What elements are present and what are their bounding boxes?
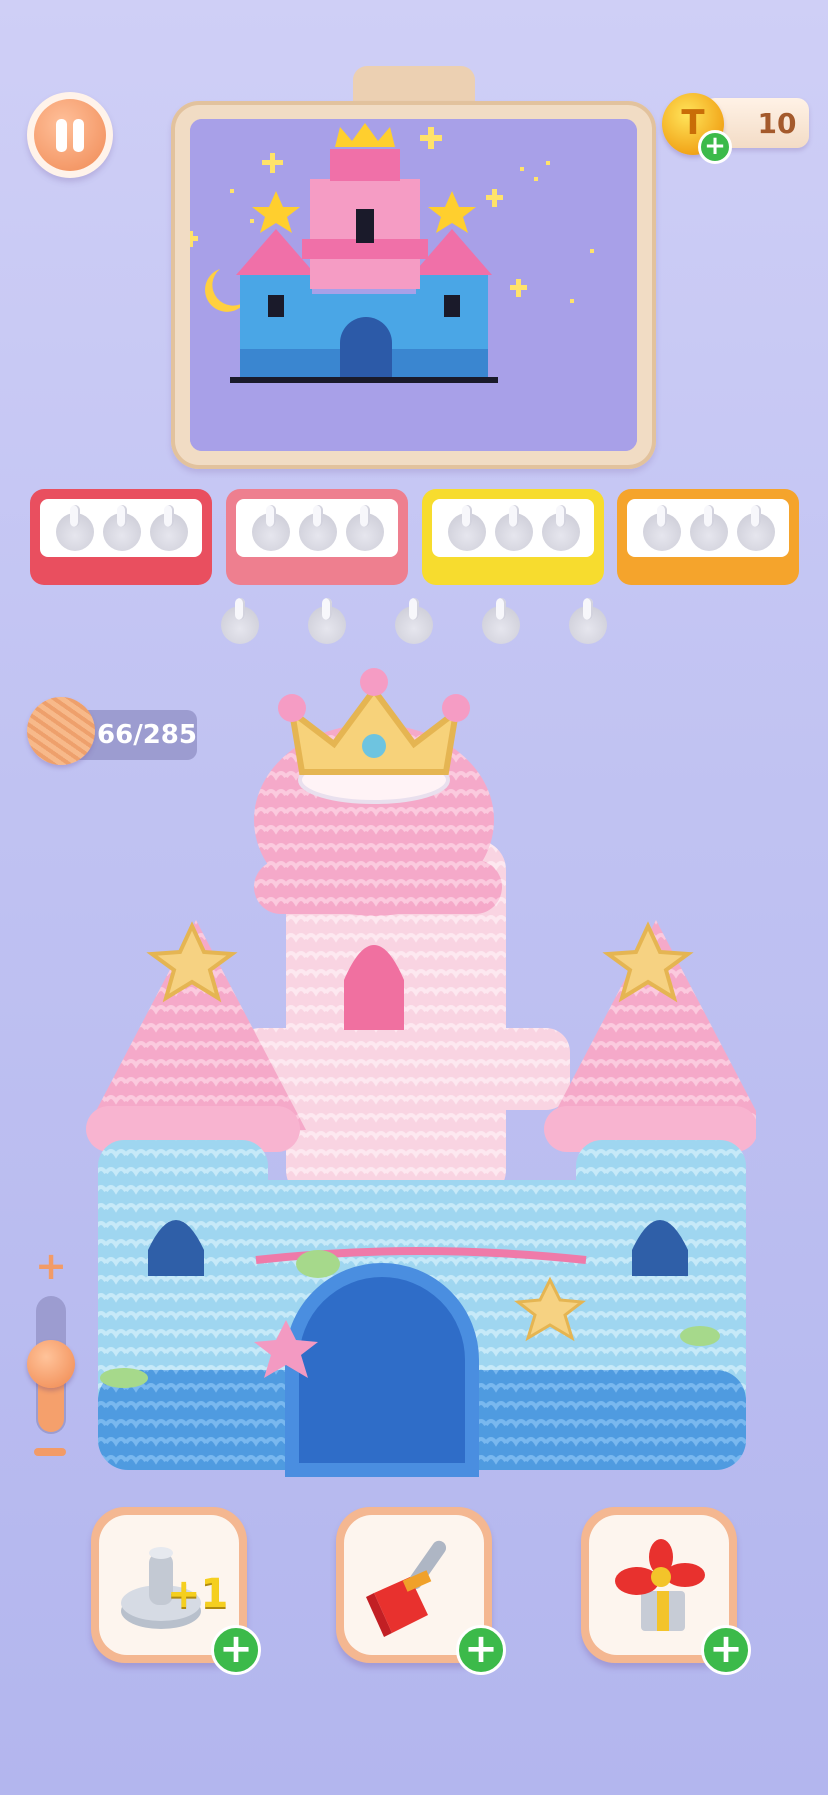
add-coins-button[interactable]: + [698, 130, 732, 164]
yarn-ball-icon [27, 697, 95, 765]
empty-peg-slot[interactable] [569, 598, 607, 644]
pause-icon [34, 99, 106, 171]
add-booster-plus-icon[interactable]: + [456, 1625, 506, 1675]
add-booster-plus-icon[interactable]: + [211, 1625, 261, 1675]
knitted-castle-model[interactable] [86, 660, 756, 1490]
spool-tray-pink[interactable] [226, 489, 408, 585]
peg-icon [448, 505, 486, 551]
brush-booster-button[interactable]: + [336, 1507, 506, 1675]
empty-peg-slot[interactable] [395, 598, 433, 644]
empty-peg-slot[interactable] [482, 598, 520, 644]
peg-icon [299, 505, 337, 551]
add-peg-booster-button[interactable]: +1 + [91, 1507, 261, 1675]
propeller-booster-button[interactable]: + [581, 1507, 751, 1675]
empty-peg-slot[interactable] [308, 598, 346, 644]
zoom-in-button[interactable]: + [34, 1247, 68, 1285]
peg-icon [690, 505, 728, 551]
peg-icon [56, 505, 94, 551]
spool-tray-yellow[interactable] [422, 489, 604, 585]
spool-tray-red[interactable] [30, 489, 212, 585]
pixel-castle-icon [190, 119, 637, 451]
peg-icon [495, 505, 533, 551]
coin-count: 10 [757, 107, 797, 140]
peg-icon [542, 505, 580, 551]
zoom-out-button[interactable] [34, 1448, 66, 1456]
peg-icon [346, 505, 384, 551]
add-booster-plus-icon[interactable]: + [701, 1625, 751, 1675]
peg-icon [643, 505, 681, 551]
zoom-slider-handle[interactable] [27, 1340, 75, 1388]
peg-icon [737, 505, 775, 551]
peg-icon [103, 505, 141, 551]
peg-icon [252, 505, 290, 551]
target-pixel-castle-image [190, 119, 637, 451]
spool-tray-orange[interactable] [617, 489, 799, 585]
peg-icon [150, 505, 188, 551]
empty-peg-slot[interactable] [221, 598, 259, 644]
pause-button[interactable] [27, 92, 113, 178]
